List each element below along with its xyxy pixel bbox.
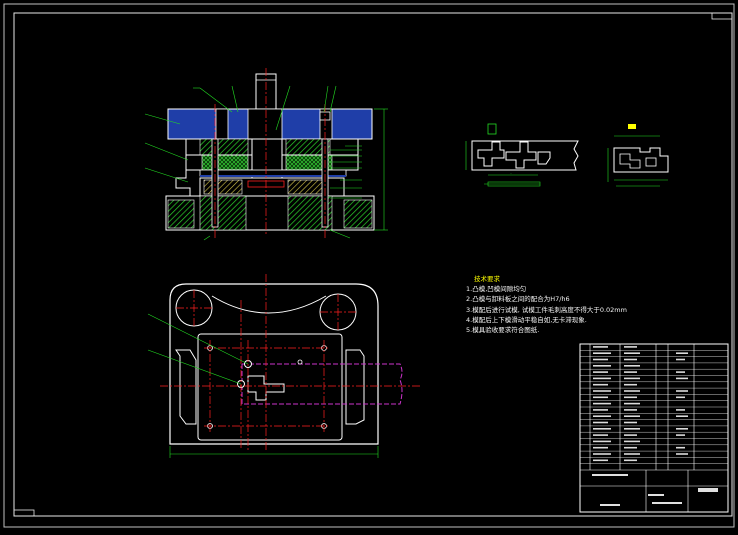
title-block-text-mark (593, 371, 608, 373)
title-block-text-mark (593, 377, 611, 380)
title-block-text-mark (676, 434, 685, 436)
title-block-text-mark (624, 358, 637, 361)
tech-requirement-1: 1.凸模,凹模间隙均匀 (466, 285, 527, 294)
title-block-text-mark (593, 428, 611, 430)
title-block-text-mark (593, 383, 608, 386)
title-block-text-mark (698, 488, 718, 492)
title-block-text-mark (624, 453, 640, 455)
title-block-text-mark (676, 446, 685, 449)
title-block-text-mark (624, 365, 640, 367)
title-block-text-mark (676, 415, 688, 417)
title-block-text-mark (624, 428, 640, 430)
title-block-text-mark (593, 453, 611, 455)
tech-requirements-title: 技术要求 (474, 275, 500, 283)
svg-text:..: .. (510, 171, 512, 175)
tech-requirement-5: 5.模具验收要求符合图纸. (466, 326, 540, 335)
title-block-text-mark (624, 459, 637, 462)
title-block-text-mark (593, 440, 611, 443)
title-block-text-mark (624, 421, 637, 424)
title-block-text-mark (593, 409, 608, 411)
title-block-text-mark (624, 377, 640, 380)
title-block-text-mark (593, 358, 608, 361)
title-block-text-mark (624, 440, 640, 443)
title-block-text-mark (624, 383, 637, 386)
technical-requirements: 技术要求 1.凸模,凹模间隙均匀 2.凸模与卸料板之间的配合为H7/h6 3.模… (466, 274, 716, 335)
title-block-text-mark (592, 474, 628, 476)
corner-mark-tr (711, 12, 733, 20)
top-plan-view (147, 274, 420, 458)
title-block-text-mark (676, 453, 688, 455)
title-block-text-mark (624, 446, 637, 449)
cad-drawing: .. (3, 3, 735, 528)
title-block-text-mark (676, 390, 688, 392)
title-block-text-mark (652, 502, 682, 504)
tech-requirement-2: 2.凸模与卸料板之间的配合为H7/h6 (466, 295, 570, 304)
title-block-text-mark (593, 415, 611, 417)
tech-requirement-3: 3.模配后进行试模, 试模工件毛刺高度不得大于0.02mm (466, 305, 627, 314)
title-block-text-mark (624, 409, 637, 411)
title-block-text-mark (676, 352, 688, 354)
title-block-text-mark (593, 346, 608, 348)
title-block-text-mark (676, 428, 688, 430)
title-block-text-mark (624, 434, 637, 436)
tech-requirement-4: 4.模配后上下模滑动平稳自如,无卡滞现象. (466, 315, 587, 324)
title-block-text-mark (593, 365, 611, 367)
title-block-text-mark (624, 346, 637, 348)
title-block-text-mark (624, 390, 640, 392)
title-block-text-mark (593, 446, 608, 449)
title-block-text-mark (648, 494, 664, 496)
title-block-text-mark (624, 402, 640, 405)
title-block-text-mark (593, 434, 608, 436)
title-block-text-mark (593, 402, 611, 405)
title-block-text-mark (593, 390, 611, 392)
title-block-text-mark (676, 409, 685, 411)
cad-drawing-sheet: .. 技术要求 1.凸模,凹模间隙均匀 2.凸模与卸料板之间的配合为H7/h6 … (0, 0, 738, 531)
title-block-text-mark (676, 358, 685, 361)
title-block-text-mark (593, 352, 611, 354)
title-block-text-mark (676, 377, 688, 380)
title-block-text-mark (593, 421, 608, 424)
title-block-text-mark (600, 504, 620, 506)
title-block-text-mark (624, 371, 637, 373)
corner-mark-bl (13, 509, 35, 517)
title-block-text-mark (593, 396, 608, 399)
part-detail (607, 124, 669, 187)
title-block-text-mark (676, 371, 685, 373)
title-block-text-mark (593, 459, 608, 462)
title-block-text-mark (676, 396, 685, 399)
strip-layout-detail: .. (465, 123, 579, 187)
title-block-text-mark (624, 396, 637, 399)
title-block-text-mark (624, 415, 640, 417)
title-block-text-mark (624, 352, 640, 354)
front-section-view (144, 68, 388, 241)
